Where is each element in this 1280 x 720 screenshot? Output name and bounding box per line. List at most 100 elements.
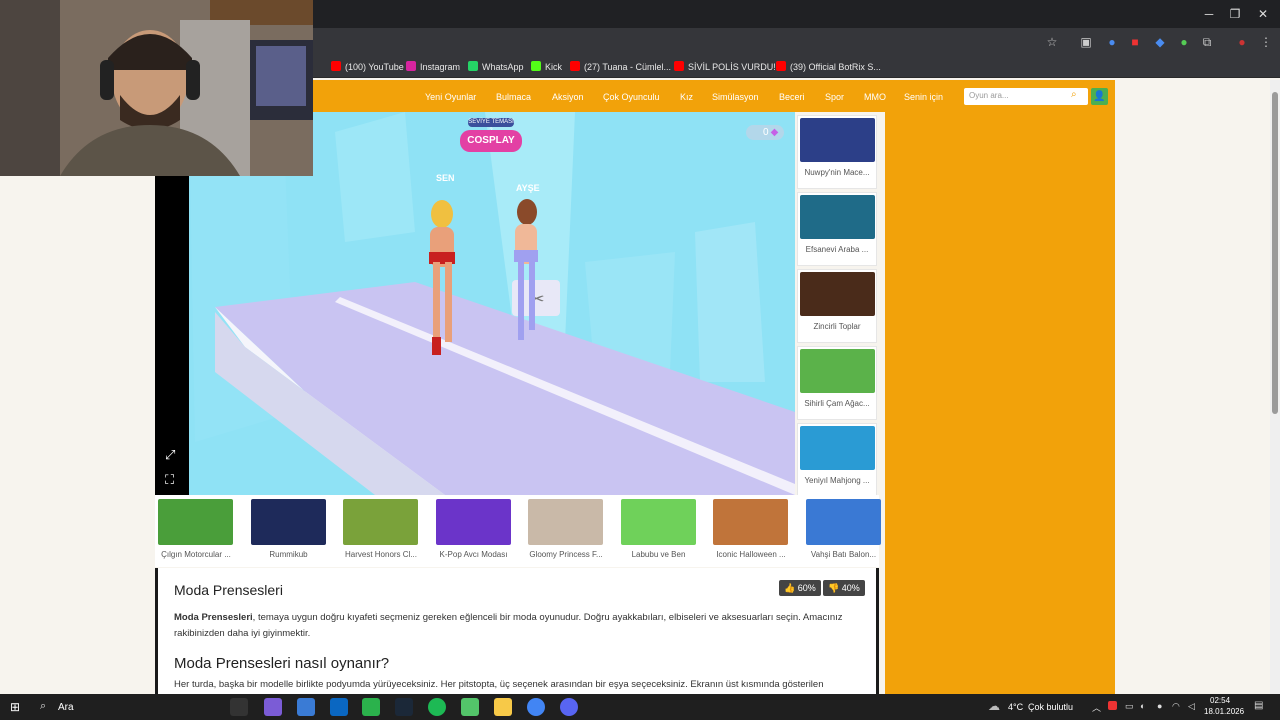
clock-date[interactable]: 18.01.2026 bbox=[1204, 707, 1244, 716]
howto-text: Her turda, başka bir modelle birlikte po… bbox=[174, 679, 824, 690]
sidebar-game-tile[interactable]: Nuwpy'nin Mace... bbox=[797, 115, 877, 189]
game-thumbnail bbox=[250, 499, 326, 545]
app-icon[interactable] bbox=[461, 698, 479, 716]
game-description: Moda Prensesleri, temaya uygun doğru kıy… bbox=[174, 610, 864, 642]
chrome-icon[interactable] bbox=[527, 698, 545, 716]
extension-icon[interactable]: ▣ bbox=[1078, 34, 1094, 50]
wifi-icon[interactable]: ◠ bbox=[1172, 701, 1180, 712]
microphone-icon[interactable]: ● bbox=[1157, 701, 1162, 711]
bookmark-item[interactable]: (27) Tuana - Cümlel... bbox=[570, 59, 671, 75]
related-game-tile[interactable]: Harvest Honors Cl... bbox=[340, 497, 428, 567]
search-icon[interactable]: ⌕ bbox=[40, 700, 46, 713]
game-thumbnail bbox=[435, 499, 511, 545]
nav-item[interactable]: Yeni Oyunlar bbox=[425, 91, 476, 103]
sidebar-game-tile[interactable]: Yeniyıl Mahjong ... bbox=[797, 423, 877, 497]
sidebar-game-tile[interactable]: Efsanevi Araba ... bbox=[797, 192, 877, 266]
taskbar-search-label[interactable]: Ara bbox=[58, 702, 74, 713]
nav-item[interactable]: Kız bbox=[680, 91, 693, 103]
nav-item[interactable]: Spor bbox=[825, 91, 844, 103]
related-game-tile[interactable]: Labubu ve Ben bbox=[618, 497, 706, 567]
bookmark-item[interactable]: (39) Official BotRix S... bbox=[776, 59, 881, 75]
bookmark-label: Instagram bbox=[420, 62, 461, 72]
sidebar-game-tile[interactable]: Sihirli Çam Ağac... bbox=[797, 346, 877, 420]
notification-icon[interactable]: ▤ bbox=[1254, 700, 1263, 711]
menu-dots-icon[interactable]: ⋮ bbox=[1258, 34, 1274, 50]
game-label: Vahşi Batı Balon... bbox=[810, 550, 877, 559]
game-thumbnail bbox=[800, 118, 875, 162]
xbox-icon[interactable] bbox=[362, 698, 380, 716]
like-button[interactable]: 👍 60% bbox=[779, 580, 821, 596]
nav-item[interactable]: Çok Oyunculu bbox=[603, 91, 660, 103]
related-game-tile[interactable]: Rummikub bbox=[248, 497, 336, 567]
related-game-tile[interactable]: Çılgın Motorcular ... bbox=[155, 497, 243, 567]
nav-item[interactable]: Beceri bbox=[779, 91, 805, 103]
clock-time[interactable]: 02:54 bbox=[1210, 696, 1230, 705]
webcam-overlay bbox=[0, 0, 313, 176]
related-game-tile[interactable]: Gloomy Princess F... bbox=[525, 497, 613, 567]
fullscreen-icon[interactable]: ⛶ bbox=[165, 472, 181, 488]
nav-item[interactable]: Bulmaca bbox=[496, 91, 531, 103]
related-game-tile[interactable]: K-Pop Avcı Modası bbox=[433, 497, 521, 567]
star-icon[interactable]: ☆ bbox=[1044, 34, 1060, 50]
game-thumbnail bbox=[805, 499, 881, 545]
weather-icon[interactable]: ☁ bbox=[988, 699, 1000, 713]
close-button[interactable]: ✕ bbox=[1246, 0, 1280, 28]
steam-icon[interactable] bbox=[395, 698, 413, 716]
extension-icon[interactable]: ■ bbox=[1127, 34, 1143, 50]
tray-icon[interactable]: ▭ bbox=[1125, 701, 1134, 712]
gem-counter: 0 ◆ bbox=[746, 125, 784, 140]
tray-icon[interactable] bbox=[1108, 701, 1117, 710]
puzzle-icon[interactable]: ⧉ bbox=[1199, 34, 1215, 50]
bookmark-item[interactable]: Kick bbox=[531, 59, 562, 75]
user-icon[interactable]: 👤 bbox=[1091, 88, 1108, 105]
round-label: SEVİYE TEMASI 2 bbox=[468, 118, 514, 134]
bookmark-label: Kick bbox=[545, 62, 563, 72]
related-game-tile[interactable]: Iconic Halloween ... bbox=[710, 497, 798, 567]
bookmark-favicon-icon bbox=[531, 61, 541, 71]
bookmark-item[interactable]: SİVİL POLİS VURDU!... bbox=[674, 59, 783, 75]
game-thumbnail bbox=[800, 195, 875, 239]
bookmark-item[interactable]: (100) YouTube bbox=[331, 59, 404, 75]
game-thumbnail bbox=[343, 499, 418, 545]
file-explorer-icon[interactable] bbox=[494, 698, 512, 716]
taskbar bbox=[0, 694, 1280, 720]
extension-icon[interactable]: ● bbox=[1176, 34, 1192, 50]
spotify-icon[interactable] bbox=[428, 698, 446, 716]
extension-icon[interactable]: ◆ bbox=[1152, 34, 1168, 50]
scrollbar-thumb[interactable] bbox=[1272, 92, 1278, 414]
extension-icon[interactable]: ● bbox=[1104, 34, 1120, 50]
search-icon[interactable]: ⌕ bbox=[1071, 89, 1077, 100]
weather-temp: 4°C bbox=[1008, 702, 1024, 712]
game-thumbnail bbox=[800, 426, 875, 470]
task-view-icon[interactable] bbox=[230, 698, 248, 716]
tray-icon[interactable]: ◐ bbox=[1140, 701, 1145, 711]
mail-icon[interactable] bbox=[330, 698, 348, 716]
nav-item[interactable]: Aksiyon bbox=[552, 91, 584, 103]
windows-start-icon[interactable]: ⊞ bbox=[10, 700, 24, 714]
desc-bold: Moda Prensesleri bbox=[174, 612, 253, 623]
game-label: Labubu ve Ben bbox=[631, 550, 686, 559]
game-thumbnail bbox=[713, 499, 788, 545]
webcam-feed bbox=[0, 0, 313, 176]
discord-icon[interactable] bbox=[560, 698, 578, 716]
related-game-tile[interactable]: Vahşi Batı Balon... bbox=[803, 497, 891, 567]
nav-item[interactable]: Simülasyon bbox=[712, 91, 759, 103]
bookmark-item[interactable]: WhatsApp bbox=[468, 59, 524, 75]
nav-item[interactable]: Senin için bbox=[904, 91, 943, 103]
like-percent: 60% bbox=[797, 583, 816, 593]
speaker-icon[interactable]: ◁ bbox=[1188, 701, 1195, 712]
bookmark-item[interactable]: Instagram bbox=[406, 59, 460, 75]
game-label: Iconic Halloween ... bbox=[716, 550, 786, 559]
expand-icon[interactable]: ⤢ bbox=[165, 447, 181, 463]
profile-avatar-icon[interactable]: ● bbox=[1234, 34, 1250, 50]
bookmark-label: SİVİL POLİS VURDU!... bbox=[688, 62, 784, 72]
chevron-up-icon[interactable]: ︿ bbox=[1092, 701, 1101, 714]
store-icon[interactable] bbox=[297, 698, 315, 716]
bookmark-favicon-icon bbox=[468, 61, 478, 71]
copilot-icon[interactable] bbox=[264, 698, 282, 716]
nav-item[interactable]: MMO bbox=[864, 91, 886, 103]
gem-icon: ◆ bbox=[770, 127, 779, 138]
bookmark-favicon-icon bbox=[570, 61, 580, 71]
sidebar-game-tile[interactable]: Zincirli Toplar bbox=[797, 269, 877, 343]
dislike-button[interactable]: 👎 40% bbox=[823, 580, 865, 596]
